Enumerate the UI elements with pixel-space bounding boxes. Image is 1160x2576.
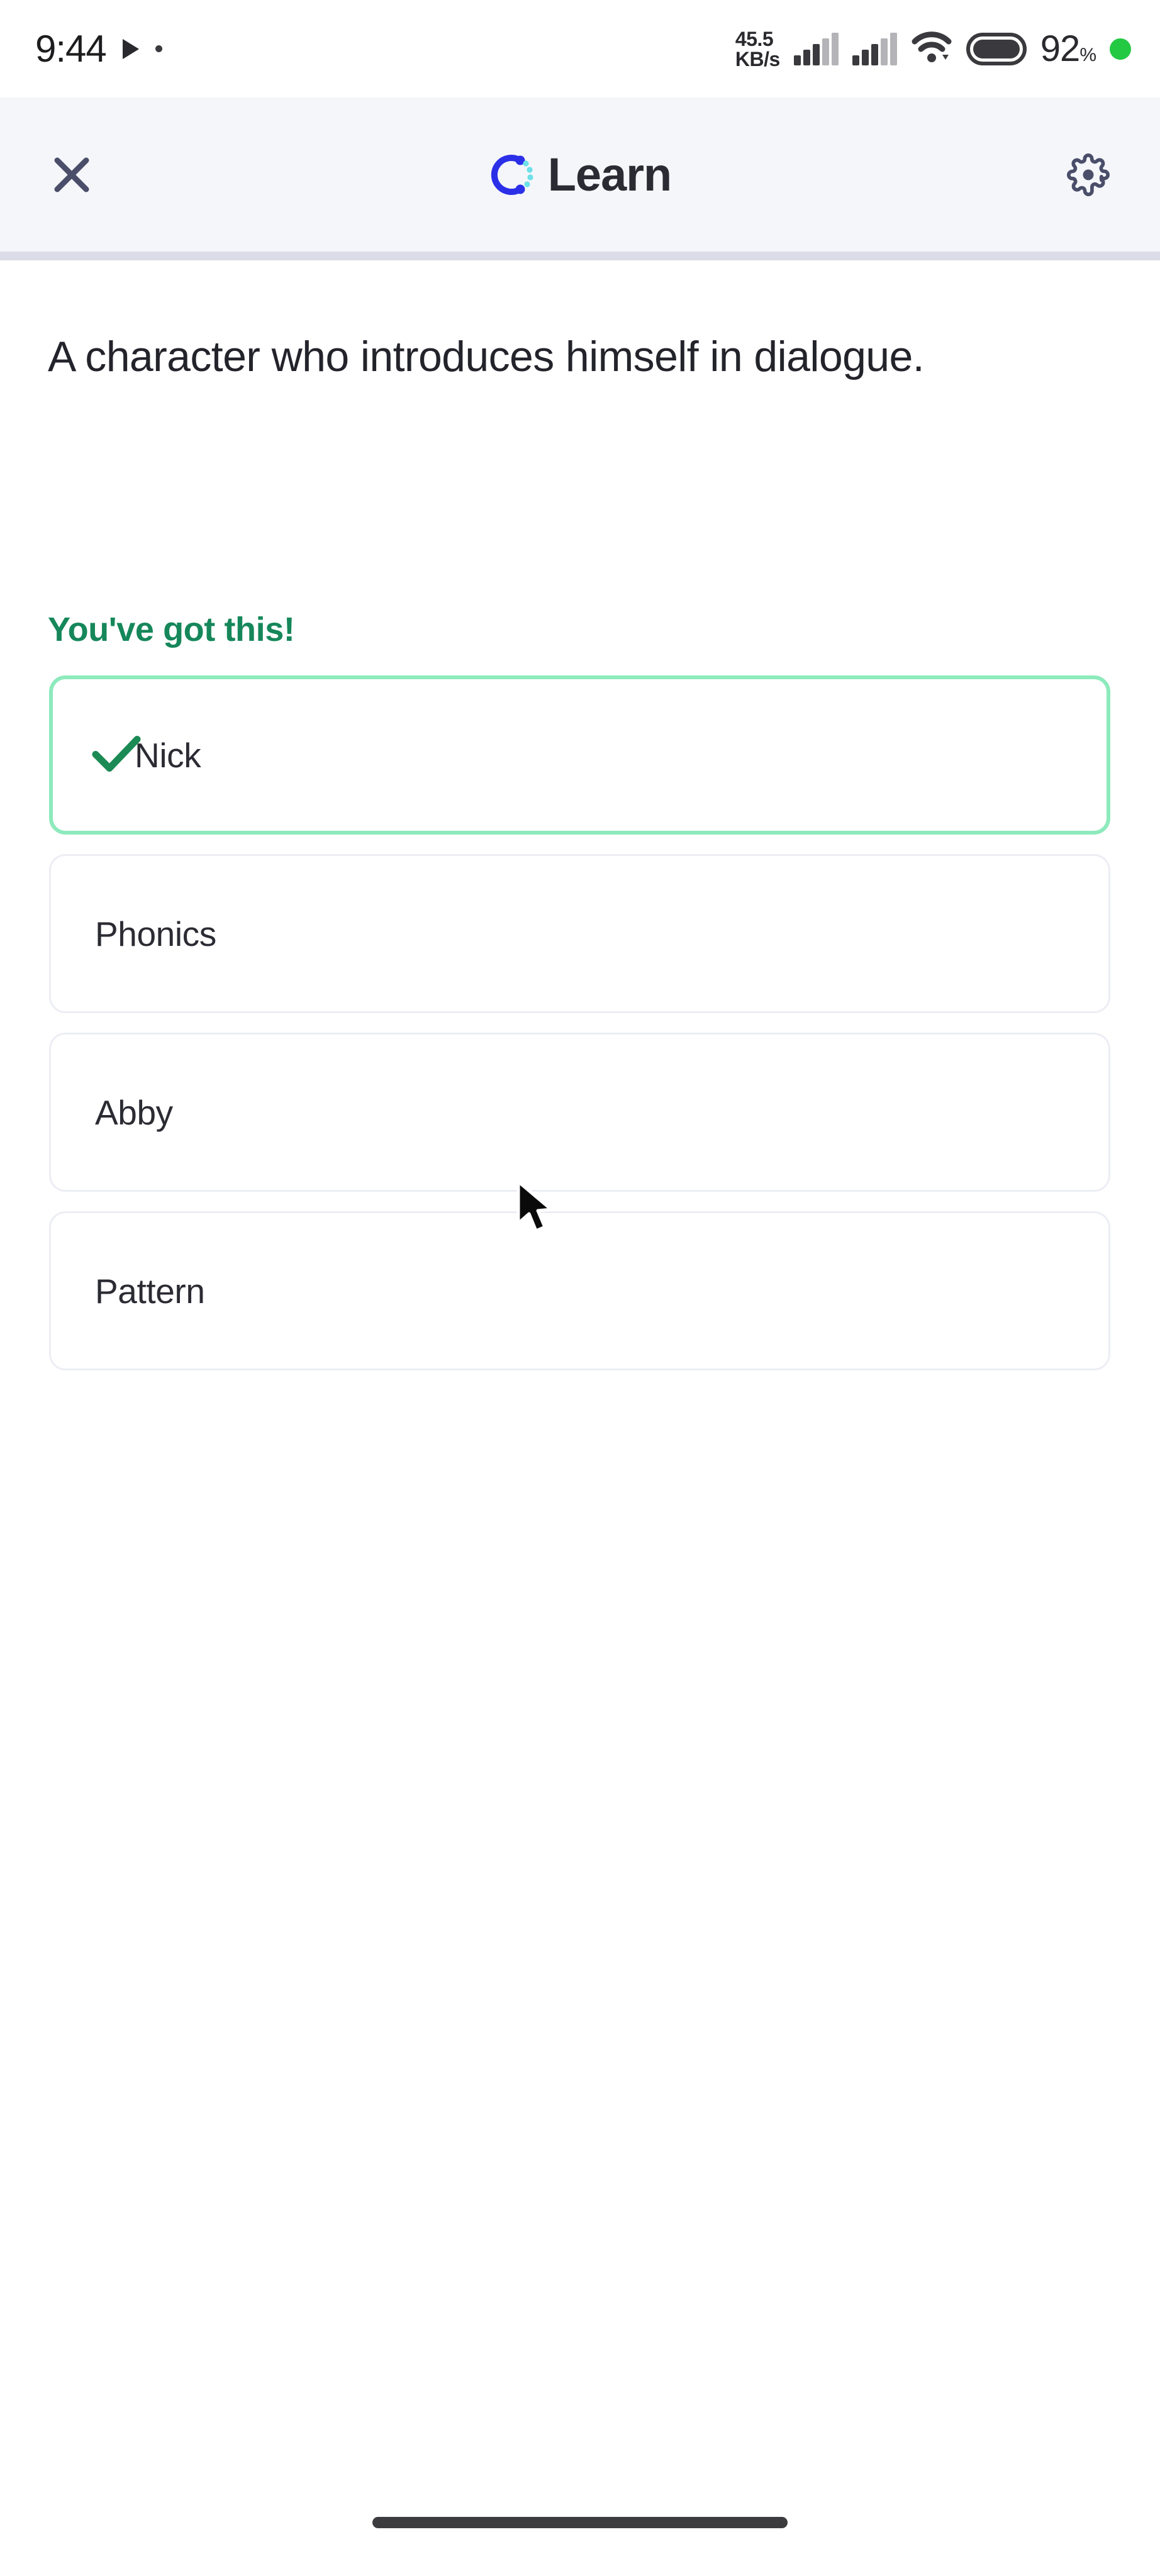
answer-option[interactable]: Abby [49,1033,1110,1192]
close-x-icon[interactable] [42,145,102,205]
answer-option-correct[interactable]: Nick [49,675,1110,835]
header-title-group: Learn [0,97,1160,252]
answer-option-label: Pattern [95,1271,205,1311]
small-dot-icon [155,45,162,52]
green-status-dot-icon [1110,38,1131,60]
network-speed-indicator: 45.5 KB/s [735,29,780,69]
answer-option-label: Abby [95,1092,173,1132]
app-header: Learn [0,97,1160,252]
answer-option-label: Phonics [95,914,216,953]
battery-percent: 92% [1040,28,1096,69]
cellular-signal-icon [852,32,897,65]
status-bar-clock: 9:44 [35,28,107,70]
network-speed-value: 45.5 [735,27,774,50]
home-indicator-bar[interactable] [372,2517,788,2528]
status-bar: 9:44 45.5 KB/s 92% [0,0,1160,97]
quiz-content: A character who introduces himself in di… [0,260,1160,2462]
network-speed-unit: KB/s [735,47,780,70]
phone-screen: 9:44 45.5 KB/s 92% Learn A character who… [0,0,1160,2576]
progress-bar [0,252,1160,260]
checkmark-icon [92,734,141,776]
play-triangle-icon [122,38,139,59]
answer-option-label: Nick [135,735,201,775]
battery-icon [966,32,1027,65]
status-bar-left: 9:44 [35,27,162,70]
feedback-message: You've got this! [48,611,295,648]
answer-option[interactable]: Phonics [49,854,1110,1013]
page-title: Learn [547,148,672,201]
answer-option[interactable]: Pattern [49,1211,1110,1370]
learn-circle-logo-icon [489,152,534,197]
gear-icon[interactable] [1058,145,1118,205]
android-nav-bar [0,2490,1160,2576]
wifi-icon [911,30,952,68]
status-bar-right: 45.5 KB/s 92% [735,28,1131,70]
cellular-signal-icon [793,32,839,65]
question-text: A character who introduces himself in di… [48,333,925,380]
